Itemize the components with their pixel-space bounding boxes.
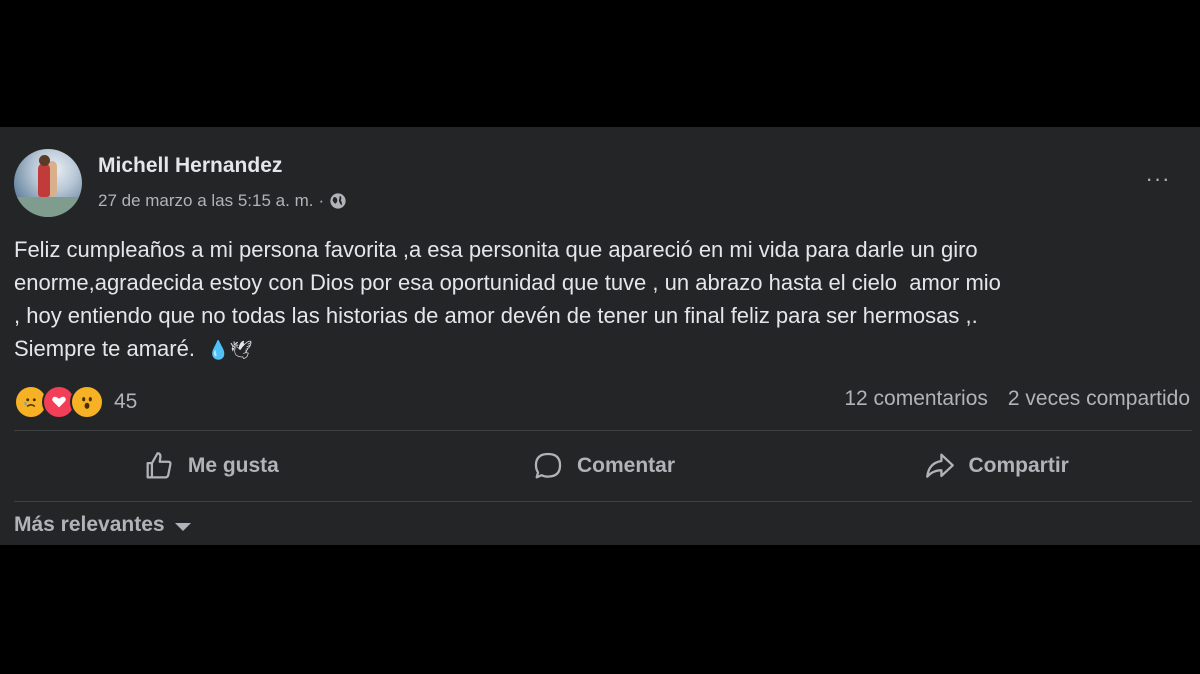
like-button[interactable]: Me gusta [14, 431, 407, 501]
divider [14, 501, 1192, 502]
share-button[interactable]: Compartir [799, 431, 1192, 501]
post-emojis: 💧🕊 [207, 340, 253, 360]
post-stats: 12 comentarios 2 veces compartido [844, 387, 1190, 411]
shares-count[interactable]: 2 veces compartido [1008, 387, 1190, 411]
post-text: Feliz cumpleaños a mi persona favorita ,… [14, 237, 1001, 361]
post-meta: 27 de marzo a las 5:15 a. m. · [98, 191, 347, 211]
post-timestamp[interactable]: 27 de marzo a las 5:15 a. m. [98, 191, 313, 211]
sort-label: Más relevantes [14, 513, 165, 536]
thumbs-up-icon [146, 452, 172, 479]
more-options-button[interactable]: ··· [1138, 165, 1178, 193]
author-name[interactable]: Michell Hernandez [98, 154, 282, 178]
reaction-summary[interactable]: 45 [14, 385, 137, 419]
post-card: Michell Hernandez 27 de marzo a las 5:15… [0, 127, 1200, 545]
caret-down-icon [174, 522, 191, 531]
meta-separator: · [318, 191, 325, 210]
action-bar: Me gusta Comentar Compartir [14, 431, 1192, 501]
wow-face-icon [70, 385, 104, 419]
comments-count[interactable]: 12 comentarios [844, 387, 988, 411]
comment-button[interactable]: Comentar [407, 431, 800, 501]
reaction-count: 45 [114, 390, 138, 413]
comment-bubble-icon [534, 452, 562, 479]
like-label: Me gusta [187, 454, 279, 477]
post-body: Feliz cumpleaños a mi persona favorita ,… [14, 233, 1194, 367]
globe-icon [329, 192, 347, 210]
share-arrow-icon [925, 453, 954, 478]
avatar[interactable] [14, 149, 82, 217]
share-label: Compartir [968, 454, 1069, 477]
comment-label: Comentar [576, 454, 676, 477]
comment-sort-dropdown[interactable]: Más relevantes [14, 513, 191, 537]
